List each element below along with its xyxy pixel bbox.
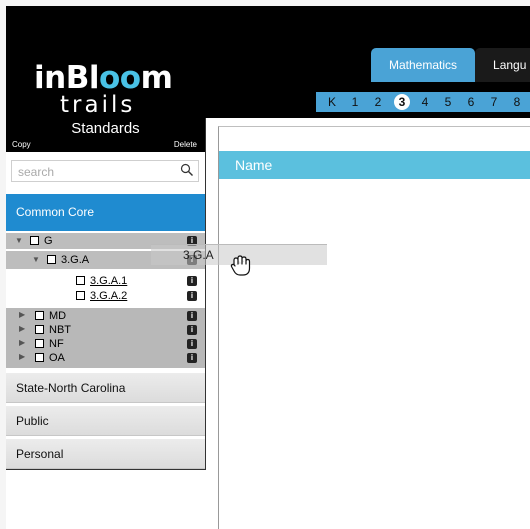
subject-tabs: Mathematics Langu [371, 48, 530, 82]
info-icon[interactable]: i [187, 311, 197, 321]
info-icon[interactable]: i [187, 339, 197, 349]
tab-mathematics[interactable]: Mathematics [371, 48, 476, 82]
tree-row-nf[interactable]: ▶ NF i [6, 337, 205, 351]
grade-8[interactable]: 8 [510, 92, 524, 112]
collapsed-icon[interactable]: ▶ [19, 350, 25, 364]
grade-6[interactable]: 6 [464, 92, 478, 112]
drag-label: 3.G.A [183, 248, 214, 262]
section-personal[interactable]: Personal [6, 438, 205, 469]
tree-label-nf: NF [49, 338, 64, 350]
checkbox-g[interactable] [30, 236, 39, 245]
checkbox-oa[interactable] [35, 353, 44, 362]
grade-2[interactable]: 2 [371, 92, 385, 112]
tree-label-3ga2: 3.G.A.2 [90, 290, 128, 302]
checkbox-3ga1[interactable] [76, 276, 85, 285]
logo-text-a: inBl [34, 60, 99, 96]
inbloom-trails-logo: inBloom trails [34, 60, 173, 118]
tree-row-oa[interactable]: ▶ OA i [6, 351, 205, 365]
grade-3[interactable]: 3 [394, 94, 410, 110]
tree-label-3ga1: 3.G.A.1 [90, 275, 128, 287]
tree-label-md: MD [49, 310, 67, 322]
checkbox-md[interactable] [35, 311, 44, 320]
info-icon[interactable]: i [187, 291, 197, 301]
search-input[interactable] [16, 162, 170, 181]
collapsed-icon[interactable]: ▶ [19, 322, 25, 336]
tree-label-nbt: NBT [49, 324, 71, 336]
content-panel: Name [218, 126, 530, 529]
collapsed-icon[interactable]: ▶ [19, 308, 25, 322]
logo-text-o2: o [119, 60, 141, 96]
grade-7[interactable]: 7 [487, 92, 501, 112]
tree-row-nbt[interactable]: ▶ NBT i [6, 323, 205, 337]
checkbox-nf[interactable] [35, 339, 44, 348]
expanded-icon[interactable]: ▼ [32, 251, 40, 269]
grade-1[interactable]: 1 [348, 92, 362, 112]
collapsed-icon[interactable]: ▶ [19, 336, 25, 350]
grade-bar: K 1 2 3 4 5 6 7 8 [316, 92, 530, 112]
grade-5[interactable]: 5 [441, 92, 455, 112]
tab-language[interactable]: Langu [475, 48, 530, 82]
logo-text-m: m [140, 60, 173, 96]
sidebar-header: Standards Copy Delete [6, 118, 205, 152]
tree-row-3ga1[interactable]: 3.G.A.1 i [6, 273, 205, 289]
info-icon[interactable]: i [187, 325, 197, 335]
logo-subtitle: trails [60, 92, 136, 118]
sidebar-title: Standards [71, 120, 140, 137]
grade-k[interactable]: K [325, 92, 339, 112]
search-box [11, 160, 199, 182]
logo-text-o1: o [98, 60, 120, 96]
info-icon[interactable]: i [187, 276, 197, 286]
tree-row-3ga2[interactable]: 3.G.A.2 i [6, 288, 205, 304]
tree-row-md[interactable]: ▶ MD i [6, 309, 205, 323]
section-common-core[interactable]: Common Core [6, 194, 205, 231]
name-column-header[interactable]: Name [219, 151, 530, 179]
copy-button[interactable]: Copy [12, 140, 31, 149]
tree-label-3ga: 3.G.A [61, 254, 90, 266]
tree-label-g: G [44, 235, 53, 247]
tree-label-oa: OA [49, 352, 65, 364]
grab-hand-icon [230, 255, 251, 276]
section-state-north-carolina[interactable]: State-North Carolina [6, 372, 205, 403]
expanded-icon[interactable]: ▼ [15, 233, 23, 249]
info-icon[interactable]: i [187, 353, 197, 363]
app-frame: inBloom trails Mathematics Langu K 1 2 3… [6, 6, 530, 529]
search-icon[interactable] [180, 163, 194, 177]
checkbox-3ga2[interactable] [76, 291, 85, 300]
checkbox-nbt[interactable] [35, 325, 44, 334]
standards-sidebar: Standards Copy Delete Common Core ▼ G i … [6, 118, 206, 470]
section-public[interactable]: Public [6, 405, 205, 436]
top-bar: inBloom trails Mathematics Langu K 1 2 3… [6, 6, 530, 118]
checkbox-3ga[interactable] [47, 255, 56, 264]
grade-4[interactable]: 4 [418, 92, 432, 112]
delete-button[interactable]: Delete [174, 140, 197, 149]
